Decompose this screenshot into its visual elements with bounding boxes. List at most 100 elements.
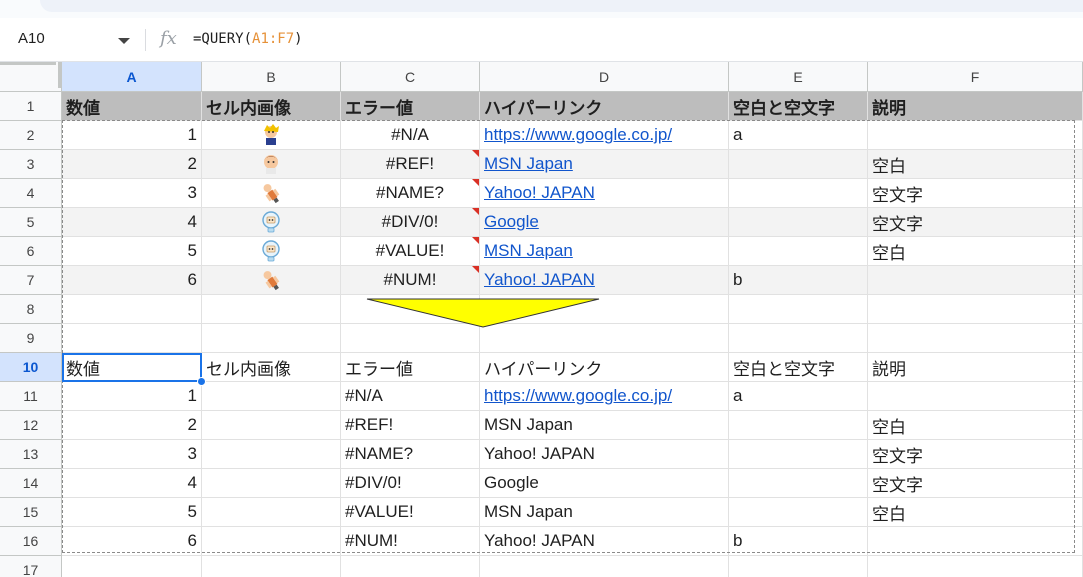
result-row-6-error[interactable]: #NUM!: [341, 527, 480, 556]
error-indicator-icon[interactable]: [472, 208, 479, 215]
result-row-2-blank[interactable]: [729, 411, 868, 440]
result-row-1-number[interactable]: 1: [62, 382, 202, 411]
empty-cell[interactable]: [729, 556, 868, 577]
column-header-d[interactable]: D: [480, 62, 729, 92]
source-row-6-link[interactable]: Yahoo! JAPAN: [480, 266, 729, 295]
hyperlink[interactable]: MSN Japan: [484, 154, 573, 174]
formula-input[interactable]: =QUERY(A1:F7): [193, 31, 303, 47]
result-row-3-image[interactable]: [202, 440, 341, 469]
empty-cell[interactable]: [480, 556, 729, 577]
source-row-6-description[interactable]: [868, 266, 1083, 295]
source-row-2-description[interactable]: 空白: [868, 150, 1083, 179]
row-header-14[interactable]: 14: [0, 469, 62, 498]
source-row-2-blank[interactable]: [729, 150, 868, 179]
result-row-5-number[interactable]: 5: [62, 498, 202, 527]
result-header-cell-e[interactable]: 空白と空文字: [729, 353, 868, 382]
source-row-2-link[interactable]: MSN Japan: [480, 150, 729, 179]
row-header-7[interactable]: 7: [0, 266, 62, 295]
result-row-3-number[interactable]: 3: [62, 440, 202, 469]
empty-cell[interactable]: [62, 324, 202, 353]
result-row-4-link[interactable]: Google: [480, 469, 729, 498]
source-row-3-error[interactable]: #NAME?: [341, 179, 480, 208]
row-header-17[interactable]: 17: [0, 556, 62, 577]
empty-cell[interactable]: [729, 324, 868, 353]
empty-cell[interactable]: [62, 295, 202, 324]
source-row-4-number[interactable]: 4: [62, 208, 202, 237]
result-row-5-blank[interactable]: [729, 498, 868, 527]
result-header-cell-f[interactable]: 説明: [868, 353, 1083, 382]
row-header-15[interactable]: 15: [0, 498, 62, 527]
result-row-1-image[interactable]: [202, 382, 341, 411]
column-header-e[interactable]: E: [729, 62, 868, 92]
source-row-3-blank[interactable]: [729, 179, 868, 208]
row-header-12[interactable]: 12: [0, 411, 62, 440]
source-row-1-blank[interactable]: a: [729, 121, 868, 150]
source-row-6-error[interactable]: #NUM!: [341, 266, 480, 295]
result-row-2-description[interactable]: 空白: [868, 411, 1083, 440]
source-row-5-error[interactable]: #VALUE!: [341, 237, 480, 266]
result-header-cell-c[interactable]: エラー値: [341, 353, 480, 382]
result-row-6-image[interactable]: [202, 527, 341, 556]
name-box[interactable]: A10: [18, 30, 45, 47]
row-header-2[interactable]: 2: [0, 121, 62, 150]
source-row-6-number[interactable]: 6: [62, 266, 202, 295]
source-row-5-number[interactable]: 5: [62, 237, 202, 266]
hyperlink[interactable]: Google: [484, 212, 539, 232]
column-header-f[interactable]: F: [868, 62, 1083, 92]
result-row-6-number[interactable]: 6: [62, 527, 202, 556]
result-row-4-number[interactable]: 4: [62, 469, 202, 498]
row-header-1[interactable]: 1: [0, 92, 62, 121]
hyperlink[interactable]: https://www.google.co.jp/: [484, 125, 672, 145]
empty-cell[interactable]: [202, 556, 341, 577]
hyperlink[interactable]: MSN Japan: [484, 241, 573, 261]
error-indicator-icon[interactable]: [472, 237, 479, 244]
row-header-9[interactable]: 9: [0, 324, 62, 353]
chevron-down-icon[interactable]: [118, 38, 130, 44]
result-row-6-blank[interactable]: b: [729, 527, 868, 556]
result-header-cell-a[interactable]: 数値: [62, 353, 202, 382]
error-indicator-icon[interactable]: [472, 266, 479, 273]
fill-handle[interactable]: [197, 377, 206, 386]
source-row-1-error[interactable]: #N/A: [341, 121, 480, 150]
result-row-4-error[interactable]: #DIV/0!: [341, 469, 480, 498]
row-header-5[interactable]: 5: [0, 208, 62, 237]
result-row-4-blank[interactable]: [729, 469, 868, 498]
column-header-b[interactable]: B: [202, 62, 341, 92]
empty-cell[interactable]: [341, 556, 480, 577]
result-row-1-blank[interactable]: a: [729, 382, 868, 411]
result-row-6-link[interactable]: Yahoo! JAPAN: [480, 527, 729, 556]
empty-cell[interactable]: [729, 295, 868, 324]
empty-cell[interactable]: [868, 295, 1083, 324]
source-row-4-error[interactable]: #DIV/0!: [341, 208, 480, 237]
row-header-4[interactable]: 4: [0, 179, 62, 208]
empty-cell[interactable]: [868, 556, 1083, 577]
source-row-3-link[interactable]: Yahoo! JAPAN: [480, 179, 729, 208]
source-row-2-image[interactable]: [202, 150, 341, 179]
header-cell-a[interactable]: 数値: [62, 92, 202, 121]
result-row-1-error[interactable]: #N/A: [341, 382, 480, 411]
source-row-2-error[interactable]: #REF!: [341, 150, 480, 179]
result-row-5-image[interactable]: [202, 498, 341, 527]
source-row-4-image[interactable]: [202, 208, 341, 237]
source-row-4-blank[interactable]: [729, 208, 868, 237]
source-row-1-link[interactable]: https://www.google.co.jp/: [480, 121, 729, 150]
source-row-5-blank[interactable]: [729, 237, 868, 266]
result-row-6-description[interactable]: [868, 527, 1083, 556]
column-header-a[interactable]: A: [62, 62, 202, 92]
result-row-1-description[interactable]: [868, 382, 1083, 411]
empty-cell[interactable]: [62, 556, 202, 577]
source-row-2-number[interactable]: 2: [62, 150, 202, 179]
row-header-10[interactable]: 10: [0, 353, 62, 382]
result-row-1-link[interactable]: https://www.google.co.jp/: [480, 382, 729, 411]
source-row-3-description[interactable]: 空文字: [868, 179, 1083, 208]
row-header-11[interactable]: 11: [0, 382, 62, 411]
source-row-4-link[interactable]: Google: [480, 208, 729, 237]
column-header-c[interactable]: C: [341, 62, 480, 92]
empty-cell[interactable]: [202, 324, 341, 353]
source-row-5-description[interactable]: 空白: [868, 237, 1083, 266]
error-indicator-icon[interactable]: [472, 179, 479, 186]
result-row-2-number[interactable]: 2: [62, 411, 202, 440]
source-row-6-blank[interactable]: b: [729, 266, 868, 295]
row-header-16[interactable]: 16: [0, 527, 62, 556]
result-row-4-image[interactable]: [202, 469, 341, 498]
